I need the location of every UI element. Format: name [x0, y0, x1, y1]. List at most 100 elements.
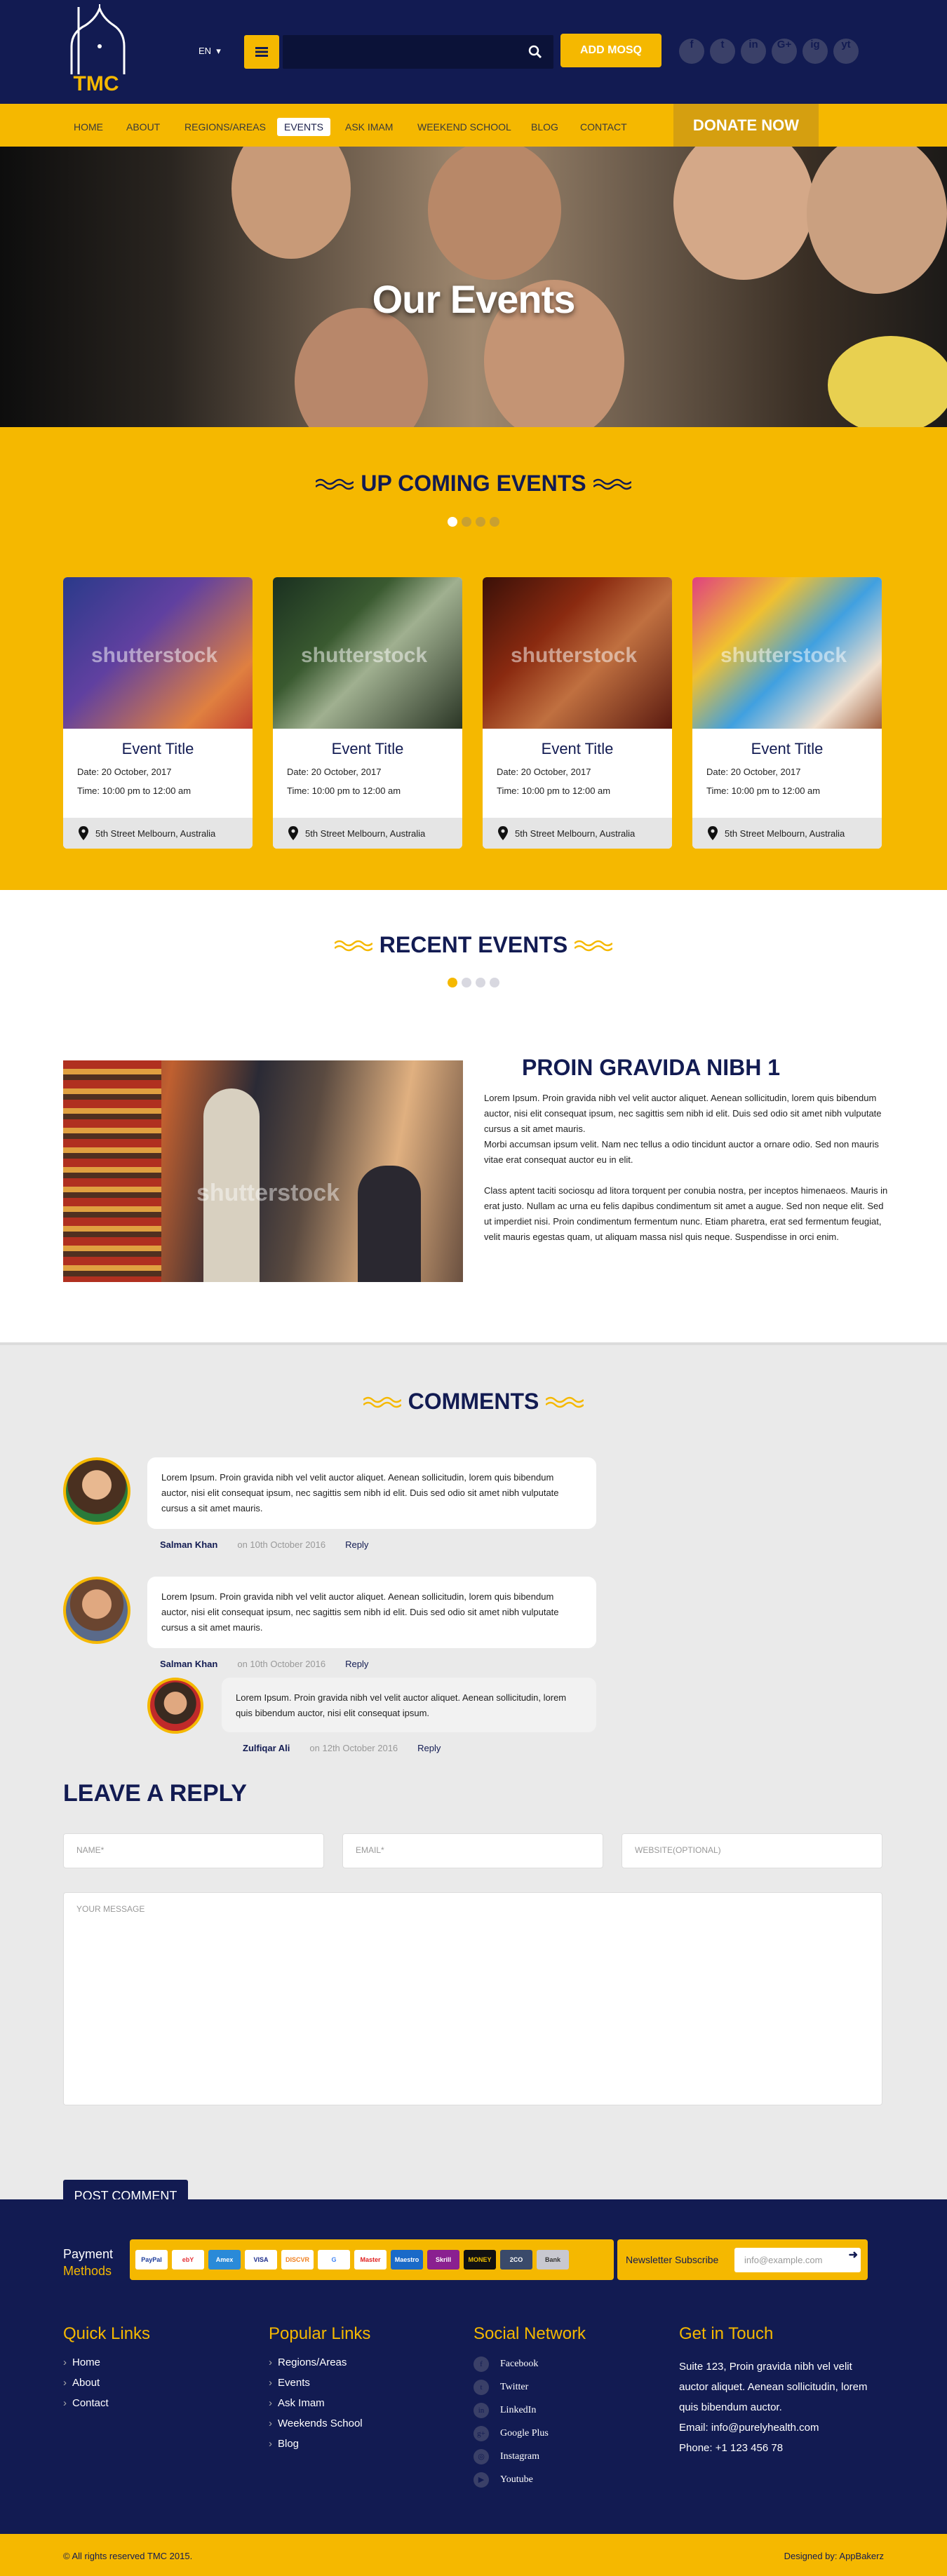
youtube-icon[interactable]: yt: [833, 39, 859, 64]
footer-social-label: LinkedIn: [500, 2405, 537, 2416]
comment-bubble: Lorem Ipsum. Proin gravida nibh vel veli…: [147, 1457, 596, 1529]
contact-phone: Phone: +1 123 456 78: [679, 2442, 784, 2454]
footer-link-regions[interactable]: › Regions/Areas: [269, 2356, 370, 2377]
footer-link-blog[interactable]: › Blog: [269, 2438, 370, 2458]
carousel-dot[interactable]: [476, 978, 485, 987]
comment-bubble: Lorem Ipsum. Proin gravida nibh vel veli…: [147, 1577, 596, 1648]
nav-blog[interactable]: BLOG: [524, 118, 565, 136]
recent-events-section: RECENT EVENTS shutterstock PROIN GRAVIDA…: [0, 890, 947, 1342]
carousel-dot[interactable]: [490, 517, 499, 527]
donate-now-button[interactable]: DONATE NOW: [673, 104, 819, 147]
footer-link-home[interactable]: › Home: [63, 2356, 150, 2377]
nav-weekend-school[interactable]: WEEKEND SCHOOL: [410, 118, 518, 136]
linkedin-icon: in: [474, 2403, 489, 2418]
event-card[interactable]: shutterstock Event Title Date: 20 Octobe…: [692, 577, 882, 849]
language-select[interactable]: EN ▾: [199, 46, 221, 57]
social-network-title: Social Network: [474, 2324, 586, 2343]
event-time: Time: 10:00 pm to 12:00 am: [77, 785, 192, 796]
twitter-icon[interactable]: t: [710, 39, 735, 64]
name-field[interactable]: NAME*: [63, 1833, 324, 1868]
nav-home[interactable]: HOME: [67, 118, 110, 136]
carousel-dot[interactable]: [462, 517, 471, 527]
article-paragraph: Class aptent taciti sociosqu ad litora t…: [484, 1185, 888, 1242]
bank-transfer-icon: Bank: [537, 2250, 569, 2270]
carousel-dot[interactable]: [448, 978, 457, 987]
bullet-icon: ›: [269, 2438, 272, 2450]
carousel-dot[interactable]: [476, 517, 485, 527]
get-in-touch-title: Get in Touch: [679, 2324, 774, 2343]
carousel-dot[interactable]: [448, 517, 457, 527]
top-header: TMC EN ▾ ADD MOSQ f t in G+ ig yt: [0, 0, 947, 104]
google-plus-icon: g+: [474, 2426, 489, 2441]
nav-contact[interactable]: CONTACT: [573, 118, 634, 136]
footer-social-instagram[interactable]: ◎ Instagram: [474, 2449, 586, 2472]
designed-by-text: Designed by: AppBakerz: [784, 2551, 884, 2561]
instagram-icon[interactable]: ig: [802, 39, 828, 64]
event-card[interactable]: shutterstock Event Title Date: 20 Octobe…: [273, 577, 462, 849]
tmc-logo[interactable]: TMC: [65, 4, 128, 100]
footer-social-twitter[interactable]: t Twitter: [474, 2380, 586, 2403]
event-card[interactable]: shutterstock Event Title Date: 20 Octobe…: [63, 577, 253, 849]
contact-email[interactable]: Email: info@purelyhealth.com: [679, 2417, 882, 2438]
comment-author: Zulfiqar Ali: [243, 1743, 290, 1753]
wave-decoration-icon: [363, 1396, 401, 1408]
wave-decoration-icon: [334, 940, 372, 951]
hero-photo-child: [295, 308, 428, 427]
newsletter-email-input[interactable]: info@example.com: [734, 2248, 861, 2272]
footer-social-youtube[interactable]: ▶ Youtube: [474, 2472, 586, 2495]
email-field[interactable]: EMAIL*: [342, 1833, 603, 1868]
get-in-touch: Get in Touch Suite 123, Proin gravida ni…: [679, 2324, 882, 2458]
footer-link-contact[interactable]: › Contact: [63, 2397, 150, 2417]
carousel-dot[interactable]: [462, 978, 471, 987]
add-mosque-button[interactable]: ADD MOSQ: [560, 34, 661, 67]
footer-link-events[interactable]: › Events: [269, 2377, 370, 2397]
nav-regions[interactable]: REGIONS/AREAS: [177, 118, 273, 136]
nav-ask-imam[interactable]: ASK IMAM: [338, 118, 400, 136]
copyright-text: © All rights reserved TMC 2015.: [63, 2551, 193, 2561]
paypal-icon: PayPal: [135, 2250, 168, 2270]
nav-about[interactable]: ABOUT: [119, 118, 167, 136]
wave-decoration-icon: [593, 478, 631, 490]
footer-social-linkedin[interactable]: in LinkedIn: [474, 2403, 586, 2426]
menu-toggle-button[interactable]: [244, 35, 279, 69]
wave-decoration-icon: [316, 478, 354, 490]
carousel-dot[interactable]: [490, 978, 499, 987]
reply-link[interactable]: Reply: [417, 1743, 441, 1753]
google-plus-icon[interactable]: G+: [772, 39, 797, 64]
event-card[interactable]: shutterstock Event Title Date: 20 Octobe…: [483, 577, 672, 849]
search-icon[interactable]: [528, 45, 542, 59]
footer-social-google-plus[interactable]: g+ Google Plus: [474, 2426, 586, 2449]
message-field[interactable]: YOUR MESSAGE: [63, 1892, 882, 2105]
recent-title-text: RECENT EVENTS: [379, 932, 568, 957]
popular-links: Popular Links › Regions/Areas › Events › As…: [269, 2324, 370, 2458]
maestro-icon: Maestro: [391, 2250, 423, 2270]
footer-link-about[interactable]: › About: [63, 2377, 150, 2397]
language-value: EN: [199, 46, 212, 56]
event-date: Date: 20 October, 2017: [497, 767, 591, 777]
facebook-icon: f: [474, 2356, 489, 2372]
comments-title-text: COMMENTS: [408, 1389, 539, 1414]
comment-date: on 10th October 2016: [237, 1659, 326, 1669]
upcoming-title-text: UP COMING EVENTS: [361, 471, 586, 496]
reply-link[interactable]: Reply: [345, 1659, 368, 1669]
linkedin-icon[interactable]: in: [741, 39, 766, 64]
facebook-icon[interactable]: f: [679, 39, 704, 64]
market-stall-photo: [63, 1060, 161, 1282]
nav-events[interactable]: EVENTS: [277, 118, 331, 136]
hamburger-icon: [255, 47, 268, 57]
copyright-bar: © All rights reserved TMC 2015. Designed…: [0, 2534, 947, 2576]
reply-link[interactable]: Reply: [345, 1539, 368, 1550]
website-field[interactable]: WEBSITE(OPTIONAL): [622, 1833, 882, 1868]
watermark: shutterstock: [511, 644, 638, 667]
search-input[interactable]: [283, 35, 507, 69]
arrow-right-icon[interactable]: ➜: [849, 2248, 858, 2262]
footer-link-weekends-school[interactable]: › Weekends School: [269, 2417, 370, 2438]
comment-meta: Zulfiqar Ali on 12th October 2016 Reply: [243, 1743, 441, 1753]
footer-social-facebook[interactable]: f Facebook: [474, 2356, 586, 2380]
youtube-icon: ▶: [474, 2472, 489, 2488]
watermark: shutterstock: [720, 644, 847, 667]
footer-link-ask-imam[interactable]: › Ask Imam: [269, 2397, 370, 2417]
hero-photo-child: [673, 147, 814, 280]
hero-photo-child: [231, 147, 351, 259]
mosque-logo-icon: [70, 4, 126, 74]
